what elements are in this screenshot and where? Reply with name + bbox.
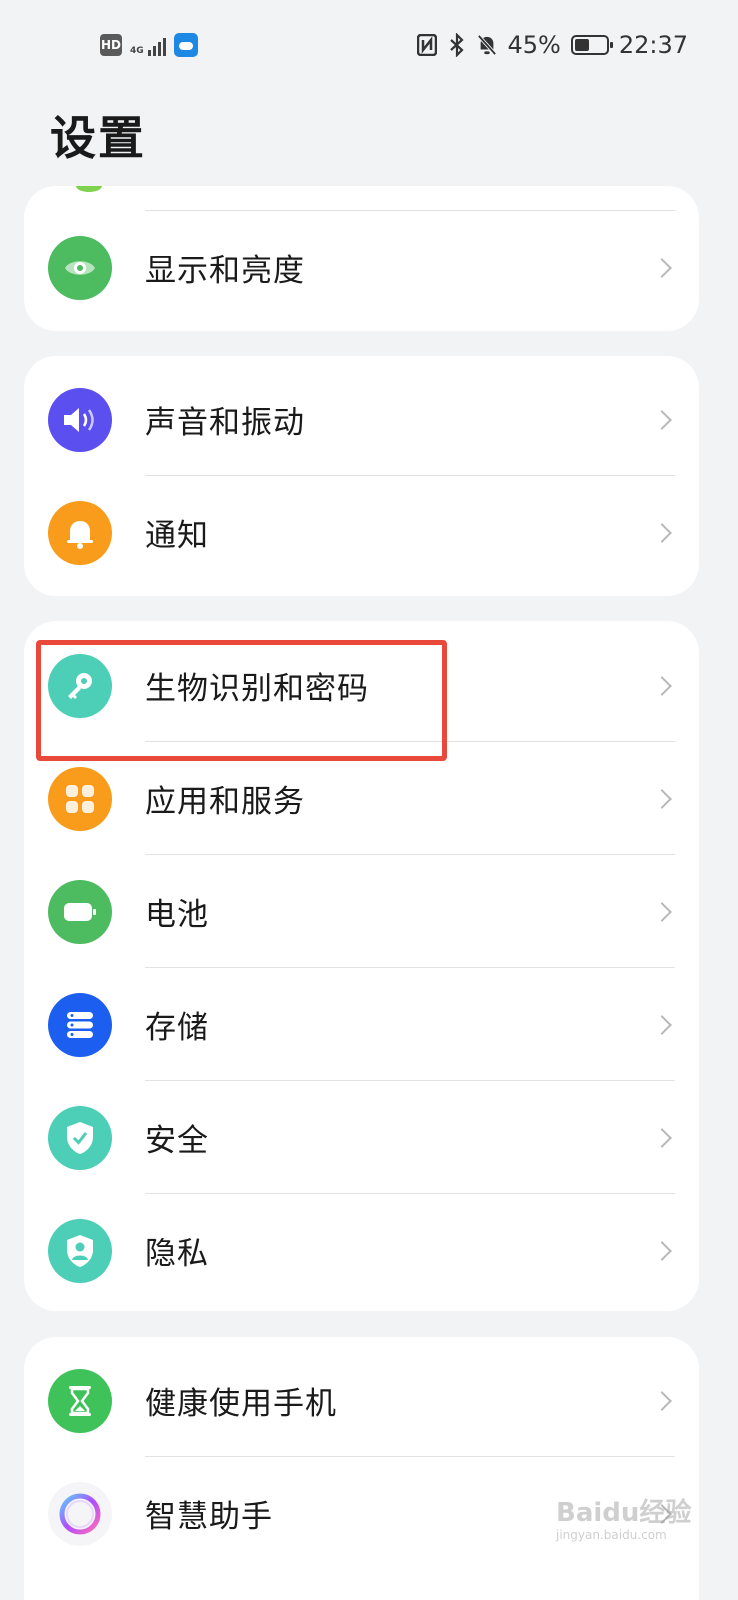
settings-item-privacy[interactable]: 隐私 — [24, 1194, 699, 1307]
chevron-right-icon — [652, 788, 672, 809]
settings-item-label: 电池 — [145, 897, 209, 933]
hourglass-icon — [48, 1368, 112, 1433]
settings-item-label: 声音和振动 — [145, 405, 305, 441]
status-left: HD 4G — [100, 33, 198, 57]
watermark-url: jingyan.baidu.com — [556, 1528, 667, 1542]
bell-icon — [48, 500, 112, 565]
battery-percent: 45% — [507, 31, 561, 59]
clock: 22:37 — [618, 31, 688, 59]
settings-item-label: 隐私 — [145, 1236, 209, 1272]
settings-item-label: 生物识别和密码 — [145, 671, 369, 707]
chevron-right-icon — [652, 522, 672, 543]
settings-item-label: 存储 — [145, 1010, 209, 1046]
privacy-shield-icon — [48, 1218, 112, 1283]
battery-icon — [570, 35, 613, 55]
scrolled-item-edge — [76, 186, 102, 192]
settings-card-sound: 声音和振动 通知 — [24, 356, 699, 596]
chevron-right-icon — [652, 1127, 672, 1148]
settings-item-label: 显示和亮度 — [145, 253, 305, 289]
shield-check-icon — [48, 1105, 112, 1170]
settings-item-notifications[interactable]: 通知 — [24, 476, 699, 589]
settings-item-battery[interactable]: 电池 — [24, 855, 699, 968]
settings-item-biometrics[interactable]: 生物识别和密码 — [24, 629, 699, 742]
settings-item-label: 安全 — [145, 1123, 209, 1159]
chevron-right-icon — [652, 675, 672, 696]
settings-item-display[interactable]: 显示和亮度 — [24, 211, 699, 324]
apps-grid-icon — [48, 766, 112, 831]
bluetooth-icon — [447, 33, 467, 57]
chevron-right-icon — [652, 1240, 672, 1261]
key-icon — [48, 653, 112, 718]
mute-bell-icon — [477, 34, 498, 56]
page-title: 设置 — [50, 111, 146, 165]
settings-item-apps[interactable]: 应用和服务 — [24, 742, 699, 855]
settings-card-display: 显示和亮度 — [24, 186, 699, 331]
speaker-icon — [48, 387, 112, 452]
hd-badge: HD — [100, 34, 122, 56]
chevron-right-icon — [652, 901, 672, 922]
settings-card-system: 生物识别和密码 应用和服务 电池 存储 安全 隐私 — [24, 621, 699, 1311]
assistant-ring-icon — [48, 1481, 112, 1546]
settings-item-sound[interactable]: 声音和振动 — [24, 363, 699, 476]
chevron-right-icon — [652, 257, 672, 278]
eye-icon — [48, 235, 112, 300]
chevron-right-icon — [652, 409, 672, 430]
network-type: 4G — [130, 46, 144, 56]
settings-item-storage[interactable]: 存储 — [24, 968, 699, 1081]
chevron-right-icon — [652, 1014, 672, 1035]
settings-item-digital-balance[interactable]: 健康使用手机 — [24, 1344, 699, 1457]
cellular-signal-icon: 4G — [130, 34, 166, 56]
status-bar: HD 4G 45% 22:37 — [0, 0, 738, 92]
status-right: 45% 22:37 — [417, 31, 688, 59]
nfc-icon — [417, 34, 438, 56]
battery-icon — [48, 879, 112, 944]
settings-item-label: 健康使用手机 — [145, 1386, 337, 1422]
settings-item-label: 智慧助手 — [145, 1499, 273, 1535]
watermark-logo: Baidu经验 — [556, 1498, 692, 1528]
settings-item-security[interactable]: 安全 — [24, 1081, 699, 1194]
chevron-right-icon — [652, 1390, 672, 1411]
settings-item-label: 应用和服务 — [145, 784, 305, 820]
settings-card-wellbeing: 健康使用手机 智慧助手 — [24, 1337, 699, 1600]
weather-icon — [173, 33, 198, 57]
storage-icon — [48, 992, 112, 1057]
settings-item-label: 通知 — [145, 518, 209, 554]
battery-level — [574, 39, 589, 51]
